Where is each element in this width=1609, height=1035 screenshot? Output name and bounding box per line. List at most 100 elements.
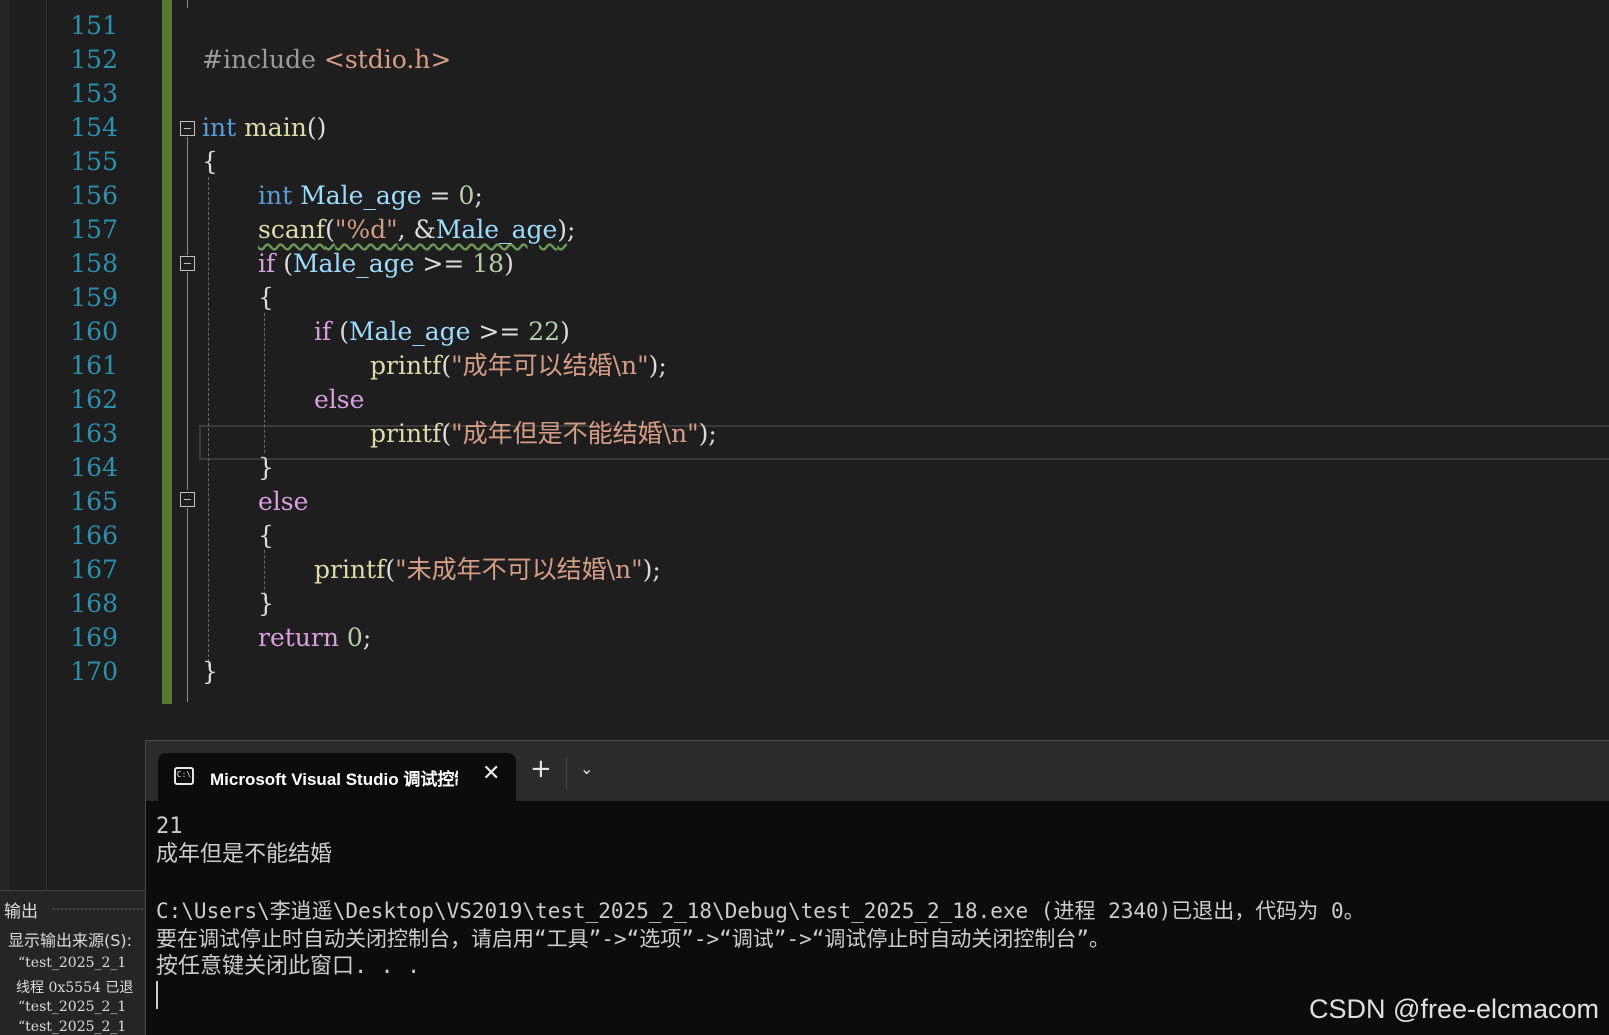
console-output-line: 按任意键关闭此窗口. . . bbox=[156, 954, 421, 979]
output-pane: 输出 显示输出来源(S): “test_2025_2_1 线程 0x5554 已… bbox=[0, 890, 160, 1035]
token: >= bbox=[414, 249, 473, 278]
watermark: CSDN @free-elcmacom bbox=[1309, 994, 1599, 1024]
code-line-159[interactable]: { bbox=[258, 281, 274, 315]
output-source-label: 显示输出来源(S): bbox=[8, 931, 133, 950]
line-number: 170 bbox=[70, 657, 118, 686]
output-line: “test_2025_2_1 bbox=[18, 955, 127, 971]
console-output-line: 成年但是不能结婚 bbox=[156, 842, 333, 867]
pane-drag-handle[interactable] bbox=[52, 907, 152, 911]
token: ) bbox=[557, 215, 568, 244]
token: ; bbox=[474, 181, 483, 210]
fold-line bbox=[187, 272, 188, 490]
console-output-line: 要在调试停止时自动关闭控制台，请启用“工具”->“选项”->“调试”->“调试停… bbox=[156, 927, 1110, 951]
token: 18 bbox=[472, 249, 505, 278]
token: 22 bbox=[528, 317, 561, 346]
code-line-166[interactable]: { bbox=[258, 519, 274, 553]
token: = bbox=[421, 181, 459, 210]
text-cursor bbox=[156, 981, 158, 1009]
code-line-163[interactable]: printf("成年但是不能结婚\n"); bbox=[370, 417, 717, 451]
code-line-154[interactable]: int main() bbox=[202, 111, 326, 145]
token: ; bbox=[362, 623, 372, 652]
fold-line bbox=[187, 508, 188, 702]
token: printf bbox=[370, 351, 442, 380]
code-line-152[interactable]: #include <stdio.h> bbox=[202, 43, 451, 77]
line-number: 163 bbox=[70, 419, 118, 448]
output-pane-title[interactable]: 输出 bbox=[4, 897, 38, 922]
token: ( bbox=[385, 555, 396, 584]
token: <stdio.h> bbox=[323, 45, 452, 74]
token: 0 bbox=[458, 181, 475, 210]
new-tab-button[interactable]: + bbox=[530, 755, 552, 783]
console-output-line: 21 bbox=[156, 814, 183, 839]
token: if bbox=[258, 249, 276, 278]
token: Male_age bbox=[292, 249, 415, 278]
line-number: 151 bbox=[70, 11, 118, 40]
token: "成年可以结婚\n" bbox=[451, 351, 649, 380]
glyph-margin bbox=[10, 0, 47, 890]
token: ( bbox=[441, 351, 452, 380]
token: Male_age bbox=[435, 215, 558, 244]
token: ; bbox=[567, 215, 576, 244]
collapse-if-icon[interactable] bbox=[180, 256, 195, 271]
token: ); bbox=[642, 555, 661, 584]
code-line-155[interactable]: { bbox=[202, 145, 218, 179]
token: ) bbox=[560, 317, 570, 346]
fold-line bbox=[187, 0, 188, 8]
change-tracking-bar bbox=[162, 0, 172, 704]
line-number: 164 bbox=[70, 453, 118, 482]
line-number: 155 bbox=[70, 147, 118, 176]
token: >= bbox=[470, 317, 529, 346]
line-number: 156 bbox=[70, 181, 118, 210]
token: ( bbox=[331, 317, 349, 346]
output-line: “test_2025_2_1 bbox=[18, 1019, 127, 1035]
console-tab[interactable]: C:\ Microsoft Visual Studio 调试控制台 ✕ bbox=[158, 753, 516, 801]
code-line-165[interactable]: else bbox=[258, 485, 308, 519]
line-number: 160 bbox=[70, 317, 118, 346]
line-number: 158 bbox=[70, 249, 118, 278]
chevron-down-icon[interactable]: ⌄ bbox=[580, 759, 593, 778]
line-number: 162 bbox=[70, 385, 118, 414]
line-number: 169 bbox=[70, 623, 118, 652]
token: printf bbox=[314, 555, 386, 584]
code-line-164[interactable]: } bbox=[258, 451, 274, 485]
line-number: 159 bbox=[70, 283, 118, 312]
token: ( bbox=[441, 419, 452, 448]
token: #include bbox=[202, 45, 324, 74]
code-line-158[interactable]: if (Male_age >= 18) bbox=[258, 247, 514, 281]
debug-console-window[interactable]: C:\ Microsoft Visual Studio 调试控制台 ✕ + ⌄ … bbox=[145, 740, 1609, 1035]
token: "未成年不可以结婚\n" bbox=[395, 555, 643, 584]
console-titlebar[interactable]: C:\ Microsoft Visual Studio 调试控制台 ✕ + ⌄ bbox=[146, 741, 1609, 801]
code-line-169[interactable]: return 0; bbox=[258, 621, 371, 655]
code-line-161[interactable]: printf("成年可以结婚\n"); bbox=[370, 349, 667, 383]
line-number: 157 bbox=[70, 215, 118, 244]
code-line-160[interactable]: if (Male_age >= 22) bbox=[314, 315, 570, 349]
code-line-156[interactable]: int Male_age = 0; bbox=[258, 179, 483, 213]
console-output-line: C:\Users\李逍遥\Desktop\VS2019\test_2025_2_… bbox=[156, 899, 1365, 923]
token: int bbox=[258, 181, 293, 210]
indent-guide bbox=[264, 313, 265, 453]
tab-separator bbox=[566, 757, 567, 789]
collapse-main-icon[interactable] bbox=[180, 121, 195, 136]
warning-squiggle[interactable]: scanf("%d", &Male_age) bbox=[258, 215, 567, 244]
collapse-else-icon[interactable] bbox=[180, 492, 195, 507]
token: , & bbox=[397, 215, 436, 244]
line-number: 167 bbox=[70, 555, 118, 584]
indent-guide bbox=[208, 177, 209, 667]
code-line-157[interactable]: scanf("%d", &Male_age); bbox=[258, 213, 575, 247]
token: main bbox=[236, 113, 307, 142]
line-number: 165 bbox=[70, 487, 118, 516]
token: ); bbox=[648, 351, 667, 380]
line-number: 161 bbox=[70, 351, 118, 380]
line-number: 153 bbox=[70, 79, 118, 108]
code-line-167[interactable]: printf("未成年不可以结婚\n"); bbox=[314, 553, 661, 587]
close-tab-icon[interactable]: ✕ bbox=[482, 761, 500, 786]
line-number: 168 bbox=[70, 589, 118, 618]
code-line-168[interactable]: } bbox=[258, 587, 274, 621]
line-number: 166 bbox=[70, 521, 118, 550]
fold-line bbox=[187, 137, 188, 255]
token: ); bbox=[698, 419, 717, 448]
code-line-170[interactable]: } bbox=[202, 655, 218, 689]
code-line-162[interactable]: else bbox=[314, 383, 364, 417]
token: int bbox=[202, 113, 237, 142]
token: "成年但是不能结婚\n" bbox=[451, 419, 699, 448]
